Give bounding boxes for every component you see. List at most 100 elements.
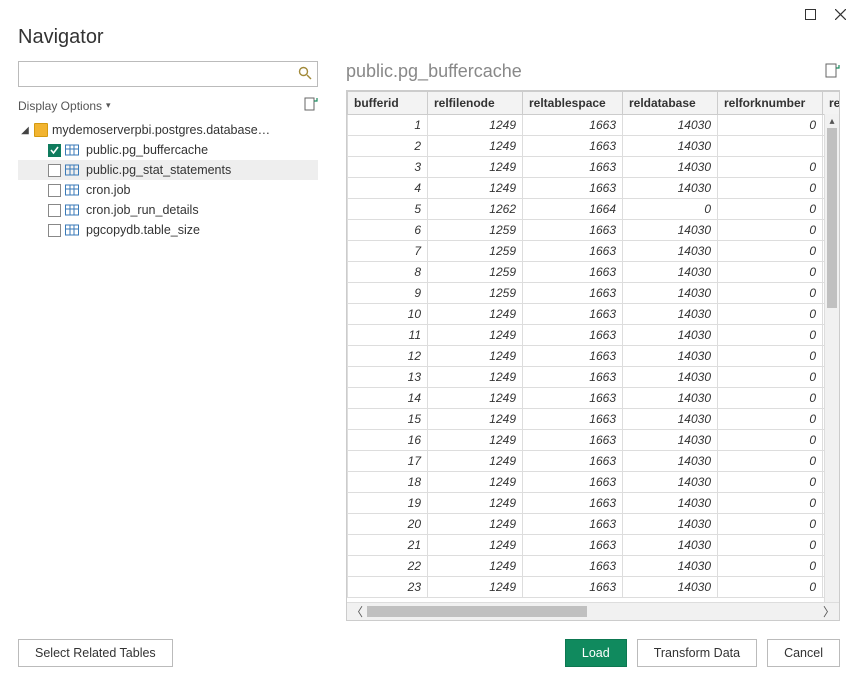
data-grid: bufferidrelfilenodereltablespacereldatab… bbox=[346, 90, 840, 621]
cell: 0 bbox=[718, 220, 823, 241]
grid-table[interactable]: bufferidrelfilenodereltablespacereldatab… bbox=[347, 91, 839, 598]
tree-item[interactable]: public.pg_buffercache bbox=[18, 140, 318, 160]
cell: 1663 bbox=[523, 115, 623, 136]
cell: 1663 bbox=[523, 514, 623, 535]
select-related-tables-button[interactable]: Select Related Tables bbox=[18, 639, 173, 667]
cell: 1259 bbox=[428, 283, 523, 304]
table-row[interactable]: 2212491663140300 bbox=[348, 556, 840, 577]
scroll-left-icon[interactable]: 〈 bbox=[347, 603, 367, 620]
left-panel: Display Options ▾ ◢ mydemoserverpbi.post… bbox=[18, 61, 318, 621]
cell: 14030 bbox=[623, 241, 718, 262]
table-row[interactable]: 2312491663140300 bbox=[348, 577, 840, 598]
column-header[interactable]: relforknumber bbox=[718, 92, 823, 115]
cell: 0 bbox=[623, 199, 718, 220]
cell: 14030 bbox=[623, 367, 718, 388]
table-row[interactable]: 1412491663140300 bbox=[348, 388, 840, 409]
cell: 1 bbox=[348, 115, 428, 136]
tree-item[interactable]: cron.job_run_details bbox=[18, 200, 318, 220]
hscroll-thumb[interactable] bbox=[367, 606, 587, 617]
cell: 0 bbox=[718, 451, 823, 472]
vscroll-thumb[interactable] bbox=[827, 128, 837, 308]
cell: 1663 bbox=[523, 367, 623, 388]
cancel-button[interactable]: Cancel bbox=[767, 639, 840, 667]
table-row[interactable]: 2012491663140300 bbox=[348, 514, 840, 535]
cell: 1663 bbox=[523, 493, 623, 514]
refresh-icon[interactable] bbox=[304, 97, 318, 114]
cell: 0 bbox=[718, 493, 823, 514]
cell: 5 bbox=[348, 199, 428, 220]
cell: 1249 bbox=[428, 367, 523, 388]
footer: Select Related Tables Load Transform Dat… bbox=[0, 621, 858, 685]
display-options-button[interactable]: Display Options ▾ bbox=[18, 99, 111, 113]
table-row[interactable]: 1712491663140300 bbox=[348, 451, 840, 472]
cell: 14030 bbox=[623, 430, 718, 451]
cell: 1249 bbox=[428, 409, 523, 430]
cell: 0 bbox=[718, 199, 823, 220]
cell: 14030 bbox=[623, 115, 718, 136]
cell: 7 bbox=[348, 241, 428, 262]
cell: 1663 bbox=[523, 388, 623, 409]
table-row[interactable]: 21249166314030 bbox=[348, 136, 840, 157]
cell: 0 bbox=[718, 241, 823, 262]
table-row[interactable]: 412491663140300 bbox=[348, 178, 840, 199]
checkbox[interactable] bbox=[48, 164, 61, 177]
cell: 1663 bbox=[523, 157, 623, 178]
tree-item[interactable]: pgcopydb.table_size bbox=[18, 220, 318, 240]
column-header[interactable]: relfilenode bbox=[428, 92, 523, 115]
table-row[interactable]: 1312491663140300 bbox=[348, 367, 840, 388]
table-row[interactable]: 1912491663140300 bbox=[348, 493, 840, 514]
cell: 12 bbox=[348, 346, 428, 367]
scroll-up-icon[interactable]: ▴ bbox=[825, 114, 839, 128]
maximize-icon[interactable] bbox=[802, 6, 818, 22]
tree-item[interactable]: public.pg_stat_statements bbox=[18, 160, 318, 180]
cell: 0 bbox=[718, 577, 823, 598]
display-options-label: Display Options bbox=[18, 99, 102, 113]
tree-root[interactable]: ◢ mydemoserverpbi.postgres.database.azur… bbox=[18, 120, 318, 140]
checkbox[interactable] bbox=[48, 144, 61, 157]
transform-data-button[interactable]: Transform Data bbox=[637, 639, 757, 667]
column-header[interactable]: re bbox=[823, 92, 840, 115]
table-row[interactable]: 1112491663140300 bbox=[348, 325, 840, 346]
table-row[interactable]: 1012491663140300 bbox=[348, 304, 840, 325]
cell: 1259 bbox=[428, 241, 523, 262]
cell: 1663 bbox=[523, 577, 623, 598]
cell: 14030 bbox=[623, 556, 718, 577]
column-header[interactable]: reltablespace bbox=[523, 92, 623, 115]
tree-item[interactable]: cron.job bbox=[18, 180, 318, 200]
cell: 3 bbox=[348, 157, 428, 178]
table-row[interactable]: 112491663140300 bbox=[348, 115, 840, 136]
table-row[interactable]: 812591663140300 bbox=[348, 262, 840, 283]
table-row[interactable]: 612591663140300 bbox=[348, 220, 840, 241]
cell: 0 bbox=[718, 514, 823, 535]
cell: 1249 bbox=[428, 493, 523, 514]
table-row[interactable]: 2112491663140300 bbox=[348, 535, 840, 556]
checkbox[interactable] bbox=[48, 224, 61, 237]
cell: 1249 bbox=[428, 514, 523, 535]
cell: 19 bbox=[348, 493, 428, 514]
load-button[interactable]: Load bbox=[565, 639, 627, 667]
table-icon bbox=[65, 223, 79, 237]
table-row[interactable]: 1612491663140300 bbox=[348, 430, 840, 451]
vertical-scrollbar[interactable]: ▴ bbox=[824, 114, 839, 602]
checkbox[interactable] bbox=[48, 184, 61, 197]
table-row[interactable]: 1512491663140300 bbox=[348, 409, 840, 430]
column-header[interactable]: reldatabase bbox=[623, 92, 718, 115]
cell: 1259 bbox=[428, 262, 523, 283]
table-row[interactable]: 51262166400 bbox=[348, 199, 840, 220]
cell: 0 bbox=[718, 472, 823, 493]
scroll-right-icon[interactable]: 〉 bbox=[819, 603, 839, 620]
close-icon[interactable] bbox=[832, 6, 848, 22]
preview-options-icon[interactable] bbox=[825, 63, 840, 81]
table-row[interactable]: 1812491663140300 bbox=[348, 472, 840, 493]
search-input[interactable] bbox=[18, 61, 318, 87]
column-header[interactable]: bufferid bbox=[348, 92, 428, 115]
table-row[interactable]: 1212491663140300 bbox=[348, 346, 840, 367]
cell: 0 bbox=[718, 388, 823, 409]
cell: 0 bbox=[718, 409, 823, 430]
table-row[interactable]: 712591663140300 bbox=[348, 241, 840, 262]
table-row[interactable]: 912591663140300 bbox=[348, 283, 840, 304]
table-row[interactable]: 312491663140300 bbox=[348, 157, 840, 178]
horizontal-scrollbar[interactable]: 〈 〉 bbox=[347, 602, 839, 620]
cell: 0 bbox=[718, 535, 823, 556]
checkbox[interactable] bbox=[48, 204, 61, 217]
